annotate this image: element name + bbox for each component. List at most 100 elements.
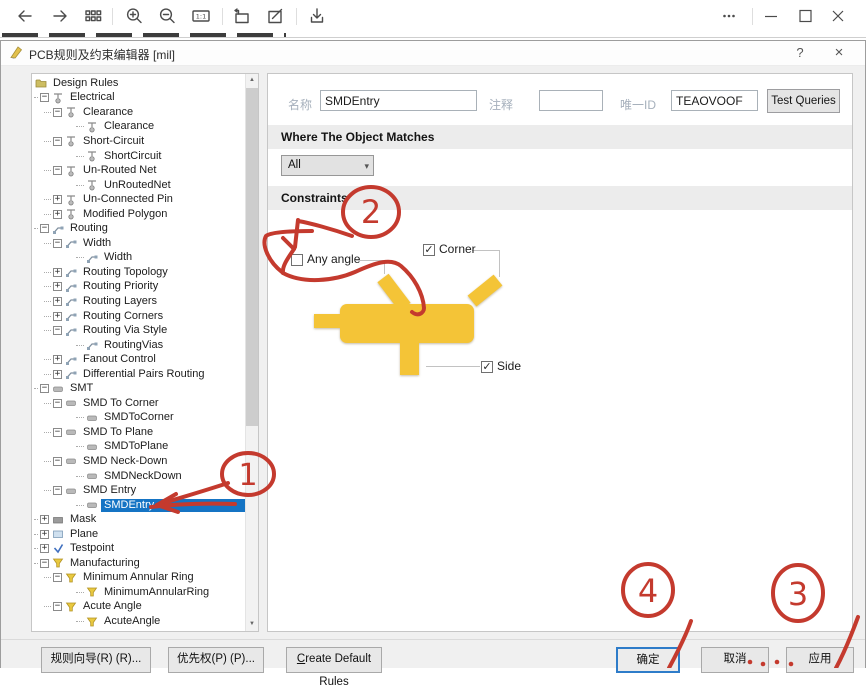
expand-icon[interactable]: + xyxy=(53,297,62,306)
zoom-in-icon[interactable] xyxy=(123,5,145,27)
expand-icon[interactable]: + xyxy=(40,530,49,539)
collapse-icon[interactable]: − xyxy=(53,602,62,611)
expand-icon[interactable]: + xyxy=(40,515,49,524)
tree-item-routing-topology-13[interactable]: +Routing Topology xyxy=(32,265,245,280)
tree-item-minimumannularring-35[interactable]: MinimumAnnularRing xyxy=(32,585,245,600)
dialog-close-icon[interactable]: × xyxy=(831,44,847,61)
tree-item-clearance-2[interactable]: −Clearance xyxy=(32,105,245,120)
tree-item-routing-10[interactable]: − Routing xyxy=(32,221,245,236)
expand-icon[interactable]: + xyxy=(53,210,62,219)
collapse-icon[interactable]: − xyxy=(40,224,49,233)
scroll-down-icon[interactable]: ▼ xyxy=(246,618,258,631)
tree-item-routing-corners-16[interactable]: +Routing Corners xyxy=(32,309,245,324)
tree-item-smdneckdown-27[interactable]: SMDNeckDown xyxy=(32,469,245,484)
comment-input[interactable] xyxy=(539,90,603,111)
ok-button[interactable]: 确定 xyxy=(616,647,680,673)
collapse-icon[interactable]: − xyxy=(53,486,62,495)
tree-item-manufacturing-33[interactable]: −Manufacturing xyxy=(32,556,245,571)
side-checkbox[interactable]: ✓ xyxy=(481,361,493,373)
expand-icon[interactable]: + xyxy=(53,370,62,379)
tree-item-smdentry-29[interactable]: SMDEntry xyxy=(32,498,245,513)
one-to-one-icon[interactable]: 1:1 xyxy=(190,5,212,27)
create-default-rules-button[interactable]: Create Default Rules xyxy=(286,647,382,673)
tree-item-routingvias-18[interactable]: RoutingVias xyxy=(32,338,245,353)
smt-icon xyxy=(86,441,98,453)
apps-grid-icon[interactable] xyxy=(82,5,104,27)
collapse-icon[interactable]: − xyxy=(53,573,62,582)
tree-item-smt-21[interactable]: −SMT xyxy=(32,381,245,396)
tree-item-unroutednet-7[interactable]: UnRoutedNet xyxy=(32,178,245,193)
edit-icon[interactable] xyxy=(264,5,286,27)
expand-icon[interactable]: + xyxy=(53,268,62,277)
more-icon[interactable] xyxy=(718,5,740,27)
tree-item-electrical-1[interactable]: −Electrical xyxy=(32,91,245,106)
tree-item-un-routed-net-6[interactable]: −Un-Routed Net xyxy=(32,163,245,178)
collapse-icon[interactable]: − xyxy=(53,239,62,248)
scroll-up-icon[interactable]: ▲ xyxy=(246,74,258,87)
scope-dropdown[interactable]: All ▾ xyxy=(281,155,374,176)
tree-item-smd-to-corner-22[interactable]: −SMD To Corner xyxy=(32,396,245,411)
tree-item-smdtoplane-25[interactable]: SMDToPlane xyxy=(32,440,245,455)
corner-checkbox[interactable]: ✓ xyxy=(423,244,435,256)
expand-icon[interactable]: + xyxy=(53,282,62,291)
collapse-icon[interactable]: − xyxy=(53,326,62,335)
collapse-icon[interactable]: − xyxy=(53,137,62,146)
forward-icon[interactable] xyxy=(49,5,71,27)
tree-item-modified-polygon-9[interactable]: +Modified Polygon xyxy=(32,207,245,222)
tree-item-plane-31[interactable]: +Plane xyxy=(32,527,245,542)
tree-item-un-connected-pin-8[interactable]: +Un-Connected Pin xyxy=(32,192,245,207)
tree-item-routing-layers-15[interactable]: +Routing Layers xyxy=(32,294,245,309)
dialog-titlebar[interactable]: PCB规则及约束编辑器 [mil] ? × xyxy=(1,41,865,66)
expand-icon[interactable]: + xyxy=(53,195,62,204)
expand-icon[interactable]: + xyxy=(53,312,62,321)
minimize-icon[interactable] xyxy=(760,5,782,27)
tree-item-design-rules-0[interactable]: Design Rules xyxy=(32,76,245,91)
tree-item-label: Routing xyxy=(67,222,111,235)
tree-item-differential-pairs-routing-20[interactable]: +Differential Pairs Routing xyxy=(32,367,245,382)
collapse-icon[interactable]: − xyxy=(53,108,62,117)
expand-icon[interactable]: + xyxy=(40,544,49,553)
scrollbar-thumb[interactable] xyxy=(246,88,258,426)
tree-item-acuteangle-37[interactable]: AcuteAngle xyxy=(32,614,245,629)
tree-item-smd-entry-28[interactable]: −SMD Entry xyxy=(32,483,245,498)
tree-item-short-circuit-4[interactable]: −Short-Circuit xyxy=(32,134,245,149)
expand-icon[interactable]: + xyxy=(53,355,62,364)
test-queries-button[interactable]: Test Queries xyxy=(767,89,840,113)
tree-item-routing-via-style-17[interactable]: −Routing Via Style xyxy=(32,323,245,338)
maximize-icon[interactable] xyxy=(794,5,816,27)
collapse-icon[interactable]: − xyxy=(40,384,49,393)
tree-item-routing-priority-14[interactable]: +Routing Priority xyxy=(32,280,245,295)
help-icon[interactable]: ? xyxy=(793,45,807,60)
tree-scrollbar[interactable]: ▲ ▼ xyxy=(245,74,258,631)
collapse-icon[interactable]: − xyxy=(53,399,62,408)
apply-button[interactable]: 应用 xyxy=(786,647,854,673)
priorities-button[interactable]: 优先权(P) (P)... xyxy=(168,647,264,673)
tree-item-testpoint-32[interactable]: +Testpoint xyxy=(32,542,245,557)
unique-id-input[interactable] xyxy=(671,90,758,111)
close-icon[interactable] xyxy=(827,5,849,27)
tree-item-clearance-3[interactable]: Clearance xyxy=(32,120,245,135)
any-angle-checkbox[interactable] xyxy=(291,254,303,266)
zoom-out-icon[interactable] xyxy=(156,5,178,27)
download-icon[interactable] xyxy=(306,5,328,27)
cancel-button[interactable]: 取消 xyxy=(701,647,769,673)
rule-wizard-button[interactable]: 规则向导(R) (R)... xyxy=(41,647,151,673)
name-input[interactable] xyxy=(320,90,477,111)
tree-item-smdtocorner-23[interactable]: SMDToCorner xyxy=(32,411,245,426)
collapse-icon[interactable]: − xyxy=(53,428,62,437)
collapse-icon[interactable]: − xyxy=(40,93,49,102)
tree-item-smd-neck-down-26[interactable]: −SMD Neck-Down xyxy=(32,454,245,469)
tree-item-mask-30[interactable]: +Mask xyxy=(32,512,245,527)
tree-item-minimum-annular-ring-34[interactable]: −Minimum Annular Ring xyxy=(32,571,245,586)
tree-item-smd-to-plane-24[interactable]: −SMD To Plane xyxy=(32,425,245,440)
collapse-icon[interactable]: − xyxy=(40,559,49,568)
tree-item-shortcircuit-5[interactable]: ShortCircuit xyxy=(32,149,245,164)
pop-out-icon[interactable] xyxy=(230,5,252,27)
tree-item-width-11[interactable]: −Width xyxy=(32,236,245,251)
tree-item-width-12[interactable]: Width xyxy=(32,251,245,266)
tree-item-acute-angle-36[interactable]: −Acute Angle xyxy=(32,600,245,615)
tree-item-fanout-control-19[interactable]: +Fanout Control xyxy=(32,352,245,367)
collapse-icon[interactable]: − xyxy=(53,457,62,466)
back-icon[interactable] xyxy=(14,5,36,27)
collapse-icon[interactable]: − xyxy=(53,166,62,175)
